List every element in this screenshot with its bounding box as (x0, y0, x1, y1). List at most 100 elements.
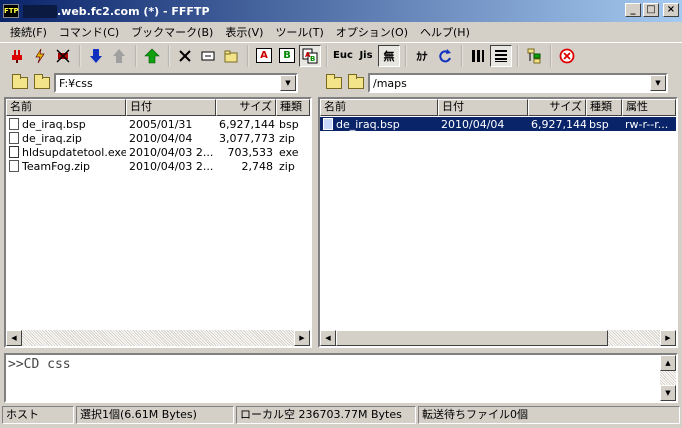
toolbar-separator (167, 44, 171, 67)
chevron-down-icon[interactable]: ▼ (650, 75, 666, 91)
local-list-header: 名前 日付 サイズ 種類 (6, 99, 310, 116)
scroll-right-arrow[interactable]: ▶ (294, 330, 310, 346)
chevron-down-icon[interactable]: ▼ (280, 75, 296, 91)
euc-button[interactable]: Euc (332, 45, 354, 67)
local-up-folder-button[interactable] (10, 73, 30, 93)
file-type: zip (279, 131, 295, 145)
col-attr[interactable]: 属性 (622, 99, 676, 116)
log-text: >>CD css (8, 357, 71, 372)
scroll-right-arrow[interactable]: ▶ (660, 330, 676, 346)
col-type[interactable]: 種類 (276, 99, 310, 116)
local-file-list[interactable]: 名前 日付 サイズ 種類 de_iraq.bsp 2005/01/31 6,92… (4, 97, 312, 348)
toolbar-separator (325, 44, 329, 67)
scroll-left-arrow[interactable]: ◀ (320, 330, 336, 346)
scroll-down-arrow[interactable]: ▼ (660, 385, 676, 401)
detail-view-icon (495, 49, 507, 62)
col-date[interactable]: 日付 (126, 99, 216, 116)
scroll-thumb[interactable] (336, 330, 608, 346)
menu-connect[interactable]: 接続(F) (4, 24, 53, 40)
delete-button[interactable] (174, 45, 196, 67)
menu-view[interactable]: 表示(V) (219, 24, 269, 40)
mirror-upload-button[interactable] (141, 45, 163, 67)
lightning-icon (35, 48, 45, 63)
log-panel[interactable]: >>CD css ▲ ▼ (4, 353, 678, 403)
kana-label: ｶﾅ (416, 49, 428, 63)
disconnect-button[interactable] (52, 45, 74, 67)
menu-bar: 接続(F) コマンド(C) ブックマーク(B) 表示(V) ツール(T) オプシ… (0, 22, 682, 41)
close-button[interactable]: × (663, 3, 679, 17)
remote-list-header: 名前 日付 サイズ 種類 属性 (320, 99, 676, 116)
list-view-button[interactable] (467, 45, 489, 67)
maximize-button[interactable]: □ (643, 3, 659, 17)
remote-path-combo[interactable]: /maps ▼ (368, 73, 668, 93)
mkdir-button[interactable] (220, 45, 242, 67)
col-size[interactable]: サイズ (528, 99, 586, 116)
download-button[interactable] (85, 45, 107, 67)
menu-bookmark[interactable]: ブックマーク(B) (125, 24, 219, 40)
file-date: 2010/04/03 2... (129, 145, 214, 159)
local-open-folder-button[interactable] (32, 73, 52, 93)
binary-mode-button[interactable]: B (276, 45, 298, 67)
file-type: bsp (279, 117, 299, 131)
scroll-up-arrow[interactable]: ▲ (660, 355, 676, 371)
col-name[interactable]: 名前 (6, 99, 126, 116)
menu-options[interactable]: オプション(O) (330, 24, 414, 40)
col-date[interactable]: 日付 (438, 99, 528, 116)
scroll-left-arrow[interactable]: ◀ (6, 330, 22, 346)
col-size[interactable]: サイズ (216, 99, 276, 116)
sync-folder-button[interactable] (523, 45, 545, 67)
remote-path-text: /maps (373, 76, 407, 90)
no-conversion-button[interactable]: 無 (378, 44, 400, 67)
scroll-track[interactable] (608, 330, 660, 346)
col-type[interactable]: 種類 (586, 99, 622, 116)
rename-button[interactable] (197, 45, 219, 67)
file-type: zip (279, 159, 295, 173)
list-item[interactable]: TeamFog.zip 2010/04/03 2... 2,748 zip (6, 159, 310, 173)
menu-help[interactable]: ヘルプ(H) (414, 24, 476, 40)
auto-mode-button[interactable]: AB (299, 44, 321, 67)
file-attr: rw-r--r... (625, 117, 669, 131)
menu-tools[interactable]: ツール(T) (269, 24, 329, 40)
toolbar-separator (404, 44, 408, 67)
disconnect-icon (56, 48, 70, 63)
local-horizontal-scrollbar[interactable]: ◀ ▶ (6, 330, 310, 346)
stop-button[interactable] (556, 45, 578, 67)
binary-icon: B (279, 48, 295, 63)
file-name: de_iraq.bsp (22, 117, 86, 131)
minimize-button[interactable]: _ (625, 3, 641, 17)
local-path-combo[interactable]: F:¥css ▼ (54, 73, 298, 93)
connect-button[interactable] (6, 45, 28, 67)
upload-button[interactable] (108, 45, 130, 67)
refresh-button[interactable] (434, 45, 456, 67)
tree-icon (527, 48, 541, 63)
scroll-track[interactable] (22, 330, 294, 346)
file-type: bsp (589, 117, 609, 131)
list-item-selected[interactable]: de_iraq.bsp 2010/04/04 6,927,144 bsp rw-… (320, 117, 676, 131)
remote-open-folder-button[interactable] (346, 73, 366, 93)
file-name: de_iraq.zip (22, 131, 82, 145)
remote-horizontal-scrollbar[interactable]: ◀ ▶ (320, 330, 676, 346)
remote-file-list[interactable]: 名前 日付 サイズ 種類 属性 de_iraq.bsp 2010/04/04 6… (318, 97, 678, 348)
delete-x-icon (179, 49, 191, 62)
euc-label: Euc (333, 50, 353, 61)
ascii-mode-button[interactable]: A (253, 45, 275, 67)
folder-open-icon (348, 74, 364, 89)
ffftp-app-icon: FTP (3, 4, 19, 18)
list-item[interactable]: de_iraq.bsp 2005/01/31 6,927,144 bsp (6, 117, 310, 131)
list-item[interactable]: de_iraq.zip 2010/04/04 3,077,773 zip (6, 131, 310, 145)
detail-view-button[interactable] (490, 44, 512, 67)
quick-connect-button[interactable] (29, 45, 51, 67)
kana-button[interactable]: ｶﾅ (411, 45, 433, 67)
menu-command[interactable]: コマンド(C) (53, 24, 125, 40)
col-name[interactable]: 名前 (320, 99, 438, 116)
arrow-up-icon (113, 48, 125, 63)
log-vertical-scrollbar[interactable]: ▲ ▼ (660, 355, 676, 401)
scroll-track[interactable] (660, 371, 676, 385)
stop-icon (559, 48, 575, 63)
remote-up-folder-button[interactable] (324, 73, 344, 93)
jis-button[interactable]: Jis (355, 45, 377, 67)
status-selection: 選択1個(6.61M Bytes) (76, 406, 234, 424)
toolbar-separator (460, 44, 464, 67)
file-size: 703,533 (227, 145, 274, 159)
list-item[interactable]: hldsupdatetool.exe 2010/04/03 2... 703,5… (6, 145, 310, 159)
